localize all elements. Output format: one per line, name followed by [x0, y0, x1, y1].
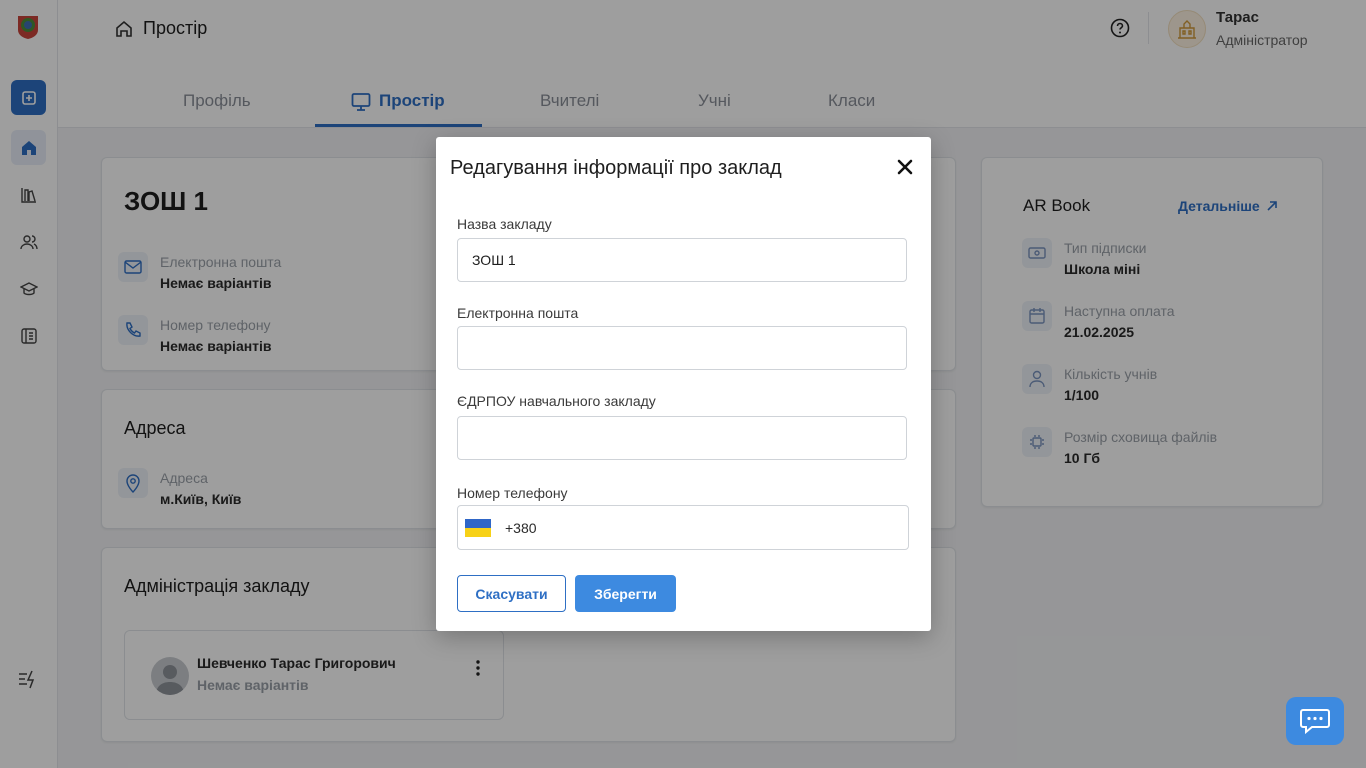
phone-country-code: +380: [505, 519, 537, 536]
close-icon[interactable]: [895, 157, 915, 177]
chat-support-button[interactable]: [1286, 697, 1344, 745]
email-label: Електронна пошта: [457, 305, 579, 321]
email-input[interactable]: [457, 326, 907, 370]
cancel-button[interactable]: Скасувати: [457, 575, 566, 612]
ukraine-flag-icon[interactable]: [465, 518, 491, 537]
edrpou-input[interactable]: [457, 416, 907, 460]
edit-school-modal: Редагування інформації про заклад Назва …: [436, 137, 931, 631]
save-button[interactable]: Зберегти: [575, 575, 676, 612]
phone-input[interactable]: +380: [457, 505, 909, 550]
phone-label: Номер телефону: [457, 485, 568, 501]
school-name-label: Назва закладу: [457, 216, 552, 232]
edrpou-label: ЄДРПОУ навчального закладу: [457, 393, 656, 409]
chat-bubble-icon: [1300, 709, 1330, 735]
modal-title: Редагування інформації про заклад: [450, 157, 782, 179]
school-name-input[interactable]: [457, 238, 907, 282]
